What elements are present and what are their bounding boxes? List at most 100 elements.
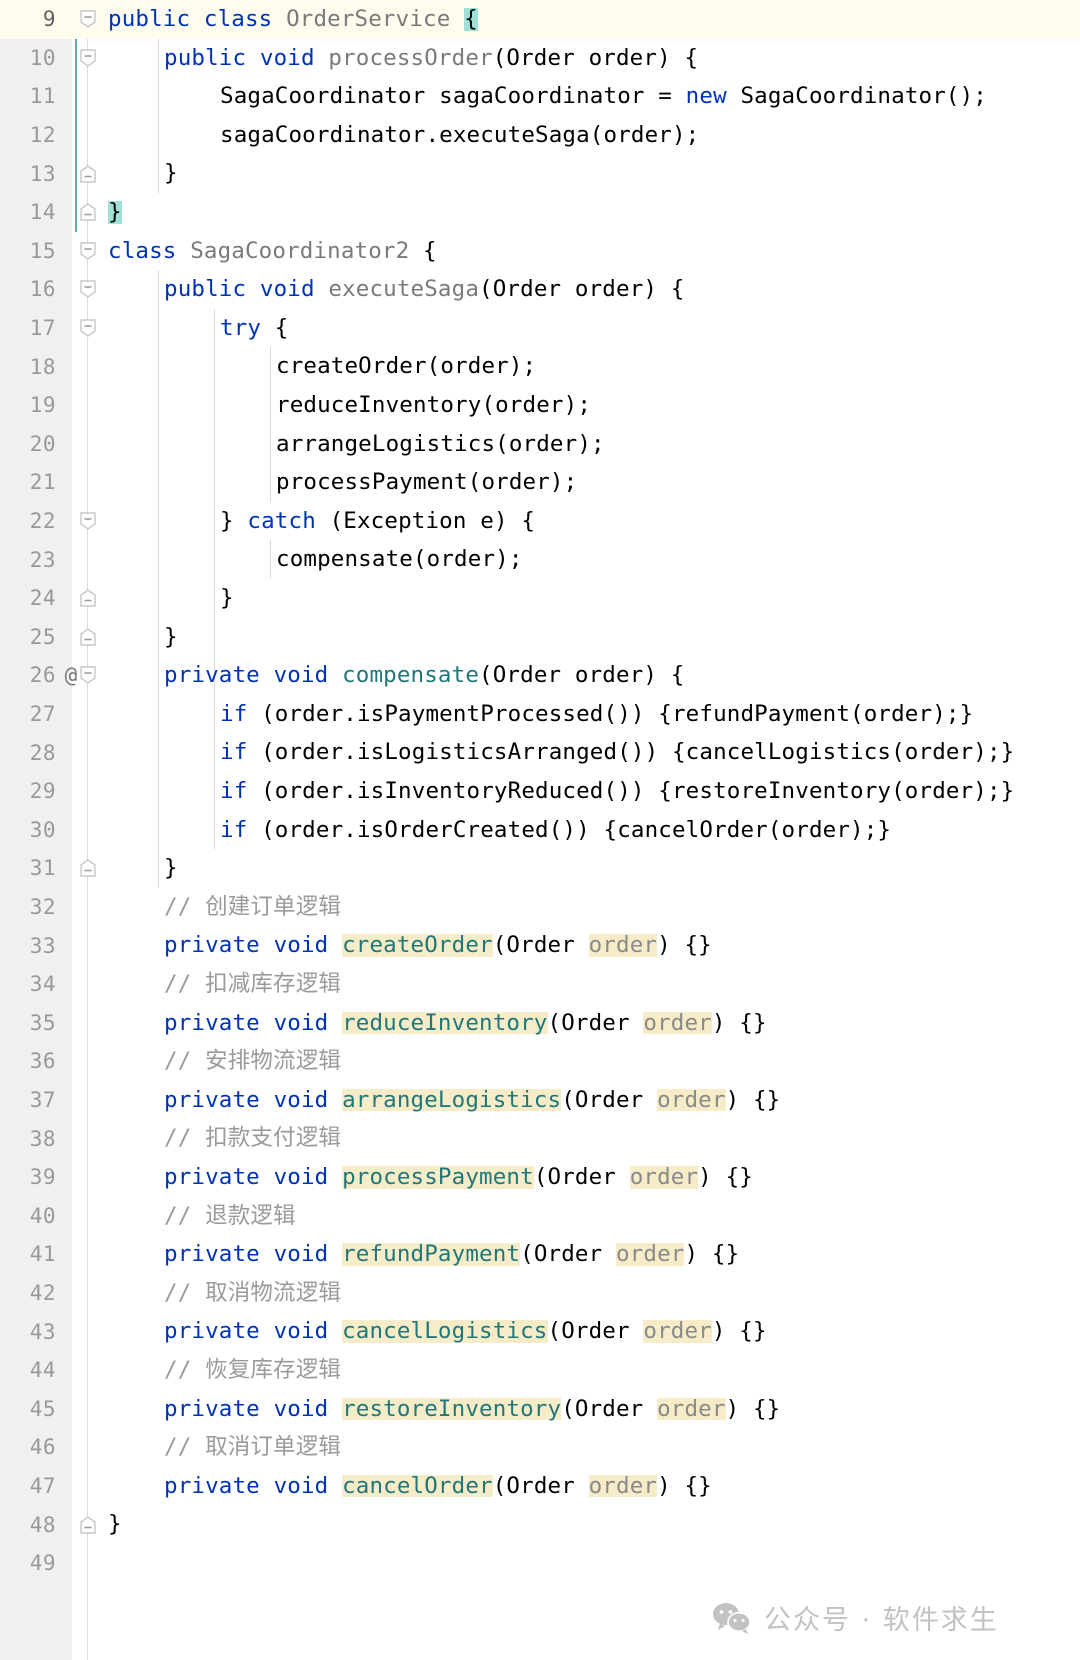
code-text[interactable]: if (order.isInventoryReduced()) {restore…: [220, 772, 1014, 811]
line-number[interactable]: 20: [0, 425, 56, 464]
code-text[interactable]: private void createOrder (Order order) {}: [164, 926, 712, 965]
line-number[interactable]: 21: [0, 463, 56, 502]
fold-toggle-icon[interactable]: [78, 317, 98, 339]
code-line[interactable]: 48}: [0, 1505, 1080, 1544]
code-line[interactable]: 45 private void restoreInventory (Order or…: [0, 1389, 1080, 1429]
line-number[interactable]: 32: [0, 888, 56, 927]
line-number[interactable]: 44: [0, 1351, 56, 1390]
line-number[interactable]: 28: [0, 733, 56, 772]
code-text[interactable]: // 退款逻辑: [164, 1197, 296, 1236]
code-line[interactable]: 17 try {: [0, 308, 1080, 348]
code-line[interactable]: 28 if (order.isLogisticsArranged()) {canc…: [0, 733, 1080, 772]
fold-toggle-icon[interactable]: [78, 201, 98, 223]
code-line[interactable]: 36 // 安排物流逻辑: [0, 1042, 1080, 1081]
code-line[interactable]: 10 public void processOrder (Order order) …: [0, 38, 1080, 78]
code-text[interactable]: // 恢复库存逻辑: [164, 1351, 341, 1390]
code-line[interactable]: 19 reduceInventory(order);: [0, 386, 1080, 425]
code-text[interactable]: // 安排物流逻辑: [164, 1042, 341, 1081]
code-line[interactable]: 29 if (order.isInventoryReduced()) {resto…: [0, 772, 1080, 811]
code-line[interactable]: 32 // 创建订单逻辑: [0, 887, 1080, 927]
line-number[interactable]: 23: [0, 540, 56, 579]
line-number[interactable]: 13: [0, 154, 56, 193]
code-text[interactable]: if (order.isPaymentProcessed()) {refundP…: [220, 695, 973, 734]
code-text[interactable]: }: [108, 1505, 122, 1544]
code-line[interactable]: 23 compensate(order);: [0, 540, 1080, 579]
code-text[interactable]: try {: [220, 309, 289, 348]
line-number[interactable]: 37: [0, 1081, 56, 1120]
code-line[interactable]: 40 // 退款逻辑: [0, 1196, 1080, 1236]
line-number[interactable]: 22: [0, 502, 56, 541]
code-text[interactable]: // 扣款支付逻辑: [164, 1119, 341, 1158]
line-number[interactable]: 19: [0, 386, 56, 425]
code-line[interactable]: 38 // 扣款支付逻辑: [0, 1119, 1080, 1158]
code-text[interactable]: // 创建订单逻辑: [164, 888, 341, 927]
code-text[interactable]: class SagaCoordinator2 {: [108, 232, 437, 271]
code-text[interactable]: private void processPayment (Order order)…: [164, 1158, 753, 1197]
code-line[interactable]: 13}: [0, 154, 1080, 193]
line-number[interactable]: 40: [0, 1197, 56, 1236]
code-text[interactable]: reduceInventory(order);: [276, 386, 591, 425]
line-number[interactable]: 46: [0, 1428, 56, 1467]
line-number[interactable]: 42: [0, 1274, 56, 1313]
code-line[interactable]: 41 private void refundPayment (Order order…: [0, 1235, 1080, 1274]
code-line[interactable]: 34 // 扣减库存逻辑: [0, 965, 1080, 1004]
line-number[interactable]: 33: [0, 926, 56, 965]
line-number[interactable]: 15: [0, 232, 56, 271]
code-text[interactable]: private void arrangeLogistics (Order orde…: [164, 1081, 780, 1120]
code-text[interactable]: // 取消物流逻辑: [164, 1274, 341, 1313]
code-line[interactable]: 47 private void cancelOrder (Order order) …: [0, 1466, 1080, 1506]
code-line[interactable]: 46 // 取消订单逻辑: [0, 1428, 1080, 1467]
fold-toggle-icon[interactable]: [78, 278, 98, 300]
code-text[interactable]: // 扣减库存逻辑: [164, 965, 341, 1004]
code-text[interactable]: private void refundPayment (Order order) …: [164, 1235, 739, 1274]
line-number[interactable]: 45: [0, 1390, 56, 1429]
line-number[interactable]: 10: [0, 39, 56, 78]
code-line[interactable]: 11 SagaCoordinator sagaCoordinator = new …: [0, 77, 1080, 116]
code-text[interactable]: }: [164, 618, 178, 657]
code-line[interactable]: 43 private void cancelLogistics (Order ord…: [0, 1312, 1080, 1351]
code-line[interactable]: 20 arrangeLogistics(order);: [0, 424, 1080, 464]
fold-toggle-icon[interactable]: [78, 857, 98, 879]
fold-toggle-icon[interactable]: [78, 240, 98, 262]
code-line[interactable]: 14}: [0, 193, 1080, 232]
code-text[interactable]: if (order.isOrderCreated()) {cancelOrder…: [220, 811, 891, 850]
code-text[interactable]: public void executeSaga (Order order) {: [164, 270, 684, 309]
code-line[interactable]: 22} catch (Exception e) {: [0, 501, 1080, 541]
code-text[interactable]: private void cancelOrder (Order order) {}: [164, 1467, 712, 1506]
code-line[interactable]: 30 if (order.isOrderCreated()) {cancelOrd…: [0, 810, 1080, 850]
code-editor[interactable]: 9 public class OrderService {10 public voi…: [0, 0, 1080, 1660]
code-line[interactable]: 37 private void arrangeLogistics (Order or…: [0, 1080, 1080, 1120]
line-number[interactable]: 9: [0, 0, 56, 39]
code-text[interactable]: SagaCoordinator sagaCoordinator = new Sa…: [220, 77, 987, 116]
fold-toggle-icon[interactable]: [78, 664, 98, 686]
line-number[interactable]: 26: [0, 656, 56, 695]
fold-toggle-icon[interactable]: [78, 626, 98, 648]
code-text[interactable]: }: [164, 849, 178, 888]
line-number[interactable]: 43: [0, 1312, 56, 1351]
line-number[interactable]: 36: [0, 1042, 56, 1081]
code-line[interactable]: 49: [0, 1544, 1080, 1583]
code-text[interactable]: compensate(order);: [276, 540, 523, 579]
line-number[interactable]: 39: [0, 1158, 56, 1197]
code-text[interactable]: if (order.isLogisticsArranged()) {cancel…: [220, 733, 1014, 772]
line-number[interactable]: 49: [0, 1544, 56, 1583]
code-text[interactable]: private void cancelLogistics (Order order…: [164, 1312, 767, 1351]
code-text[interactable]: createOrder(order);: [276, 347, 536, 386]
line-number[interactable]: 14: [0, 193, 56, 232]
fold-toggle-icon[interactable]: [78, 47, 98, 69]
code-line[interactable]: 33 private void createOrder (Order order) …: [0, 926, 1080, 965]
code-text[interactable]: public class OrderService {: [108, 0, 478, 39]
fold-toggle-icon[interactable]: [78, 587, 98, 609]
code-line[interactable]: 27 if (order.isPaymentProcessed()) {refun…: [0, 694, 1080, 734]
line-number[interactable]: 17: [0, 309, 56, 348]
line-number[interactable]: 41: [0, 1235, 56, 1274]
line-number[interactable]: 38: [0, 1119, 56, 1158]
line-number[interactable]: 16: [0, 270, 56, 309]
line-number[interactable]: 24: [0, 579, 56, 618]
code-text[interactable]: processPayment(order);: [276, 463, 577, 502]
line-number[interactable]: 11: [0, 77, 56, 116]
line-number[interactable]: 12: [0, 116, 56, 155]
line-number[interactable]: 29: [0, 772, 56, 811]
code-line[interactable]: 26 @ private void compensate (Order order) …: [0, 656, 1080, 695]
code-line[interactable]: 44 // 恢复库存逻辑: [0, 1351, 1080, 1390]
